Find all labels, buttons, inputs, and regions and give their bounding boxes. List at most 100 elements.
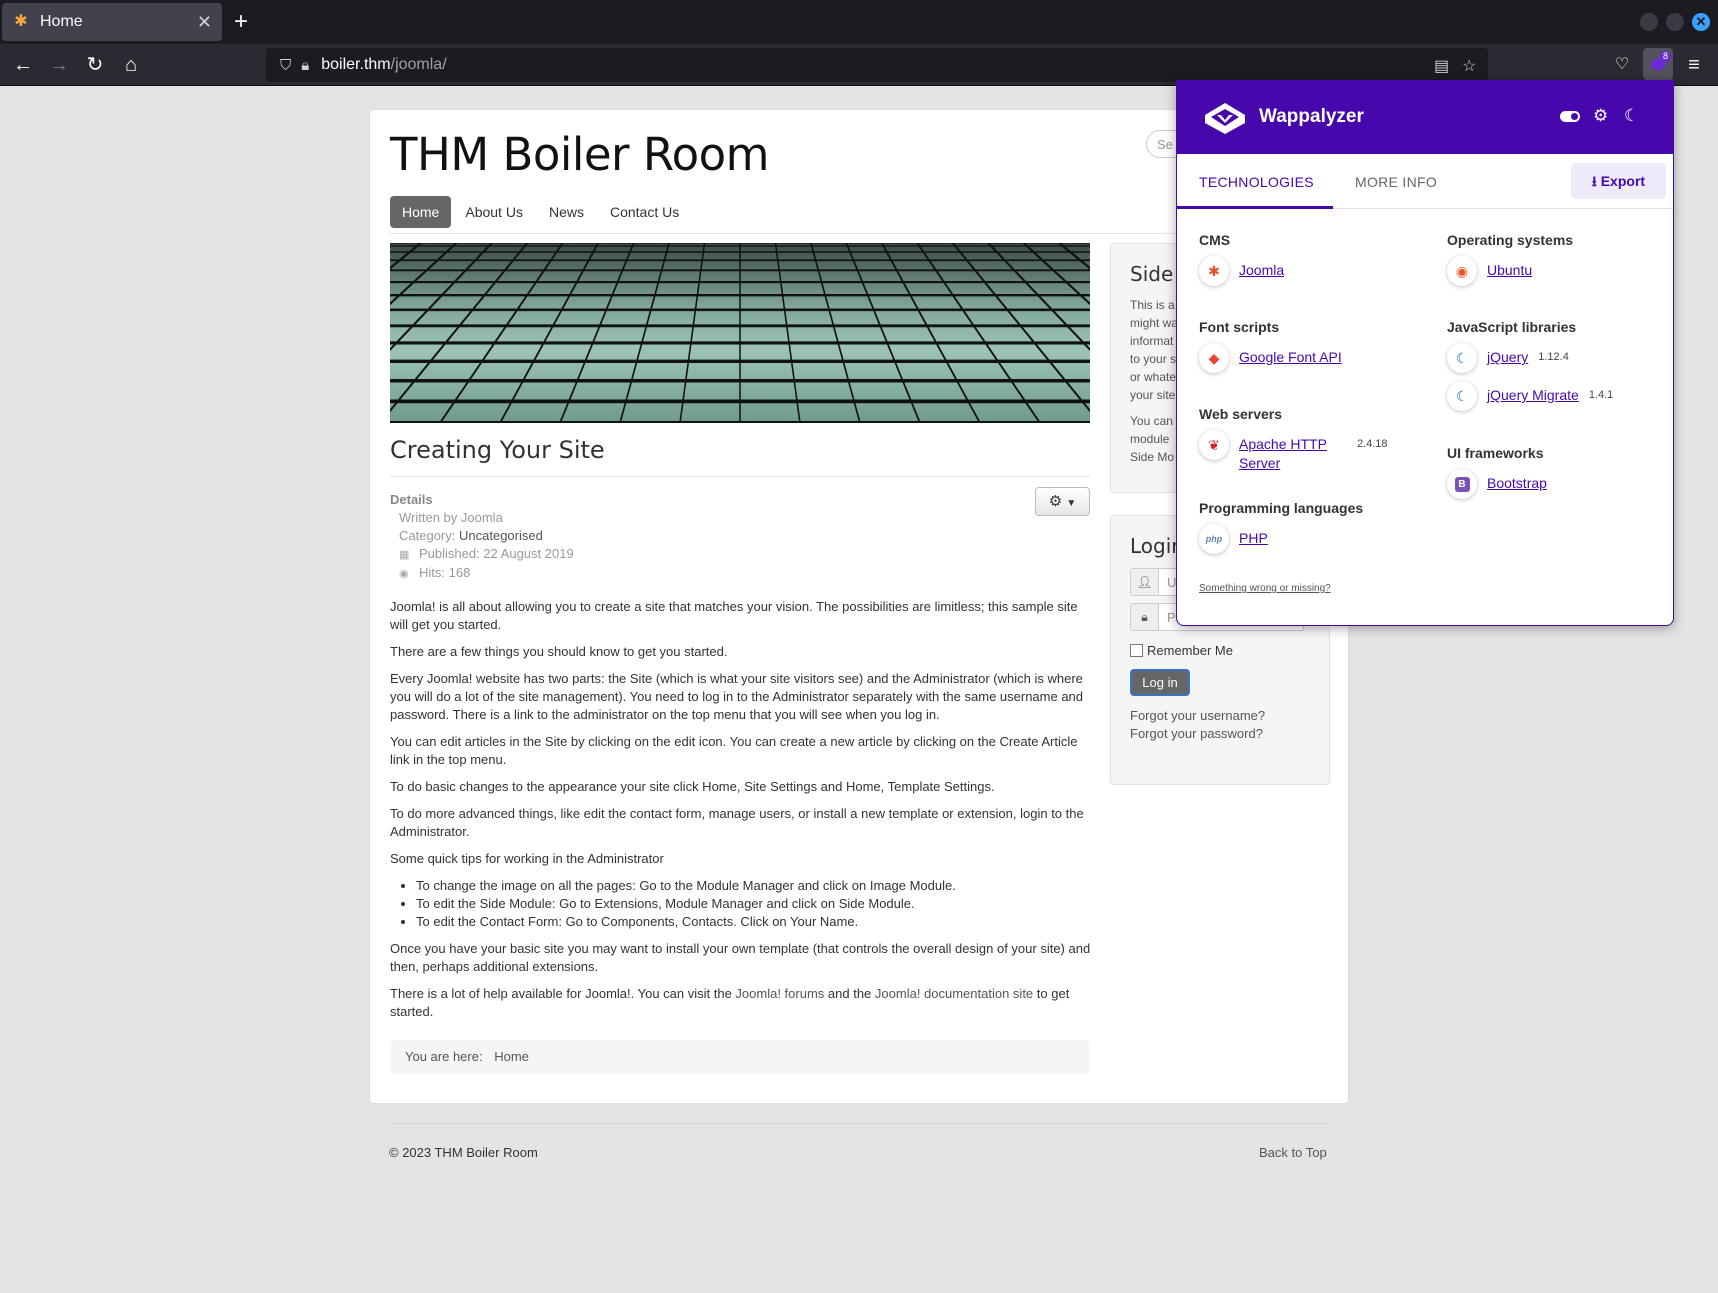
menu-item-news[interactable]: News bbox=[537, 196, 596, 228]
tech-google-font-api[interactable]: ◆ Google Font API bbox=[1199, 343, 1342, 373]
lock-icon: 🔒︎ bbox=[1131, 604, 1159, 630]
forward-arrow-icon[interactable]: → bbox=[46, 52, 72, 78]
paragraph: Some quick tips for working in the Admin… bbox=[390, 851, 664, 866]
lock-icon[interactable]: 🔒︎ bbox=[301, 57, 309, 74]
wappalyzer-extension-button[interactable]: 8 bbox=[1643, 48, 1673, 80]
user-icon: 👤︎ bbox=[1131, 569, 1159, 595]
tab-more-info[interactable]: MORE INFO bbox=[1355, 174, 1437, 190]
something-wrong-link[interactable]: Something wrong or missing? bbox=[1199, 583, 1331, 594]
tech-php[interactable]: php PHP bbox=[1199, 524, 1268, 554]
tech-ubuntu[interactable]: ◉ Ubuntu bbox=[1447, 256, 1532, 286]
eye-icon: ◉ bbox=[399, 568, 409, 580]
hamburger-menu-icon[interactable]: ≡ bbox=[1681, 52, 1707, 78]
password-placeholder: P bbox=[1167, 610, 1176, 625]
tech-bootstrap[interactable]: B Bootstrap bbox=[1447, 469, 1547, 499]
main-menu: Home About Us News Contact Us bbox=[390, 196, 693, 228]
paragraph: There are a few things you should know t… bbox=[390, 644, 728, 659]
download-icon: ⭳ bbox=[1591, 173, 1597, 189]
tech-name[interactable]: jQuery bbox=[1487, 348, 1528, 367]
browser-tab[interactable]: ✱ Home ✕ bbox=[2, 3, 222, 41]
minimize-window-button[interactable] bbox=[1640, 13, 1658, 31]
article-title: Creating Your Site bbox=[390, 436, 605, 464]
reader-view-icon[interactable]: ▤ bbox=[1434, 56, 1449, 76]
tech-name[interactable]: Joomla bbox=[1239, 261, 1284, 280]
category-label: Category: bbox=[399, 528, 456, 543]
caret-down-icon: ▼ bbox=[1066, 498, 1077, 509]
browser-tab-bar: ✱ Home ✕ + ✕ bbox=[0, 0, 1718, 44]
wappalyzer-logo-icon bbox=[1205, 103, 1245, 134]
breadcrumb-current: Home bbox=[494, 1049, 529, 1064]
article-details: Details Written by Joomla Category: Unca… bbox=[390, 491, 574, 583]
url-host: boiler.thm bbox=[321, 56, 391, 73]
category-cms: CMS bbox=[1199, 232, 1231, 248]
paragraph: You can edit articles in the Site by cli… bbox=[390, 734, 1078, 767]
joomla-docs-link[interactable]: Joomla! documentation site bbox=[875, 986, 1033, 1001]
tech-apache[interactable]: ❦ Apache HTTP Server 2.4.18 bbox=[1199, 430, 1388, 473]
paragraph: Joomla! is all about allowing you to cre… bbox=[390, 599, 1078, 632]
site-title[interactable]: THM Boiler Room bbox=[390, 128, 770, 181]
bootstrap-icon: B bbox=[1447, 469, 1477, 499]
tech-name[interactable]: Apache HTTP Server bbox=[1239, 435, 1327, 473]
back-to-top-link[interactable]: Back to Top bbox=[1259, 1145, 1327, 1160]
list-item: To edit the Side Module: Go to Extension… bbox=[416, 895, 1095, 913]
joomla-favicon-icon: ✱ bbox=[14, 13, 28, 30]
tech-name[interactable]: Google Font API bbox=[1239, 348, 1342, 367]
toggle-switch-icon[interactable] bbox=[1560, 111, 1580, 122]
close-window-button[interactable]: ✕ bbox=[1692, 13, 1710, 31]
pocket-icon[interactable]: ♡ bbox=[1609, 52, 1635, 78]
php-icon: php bbox=[1199, 524, 1229, 554]
active-tab-indicator bbox=[1177, 206, 1333, 209]
bookmark-star-icon[interactable]: ☆ bbox=[1462, 56, 1476, 76]
article-tools-button[interactable]: ⚙ ▼ bbox=[1035, 487, 1090, 516]
paragraph: Every Joomla! website has two parts: the… bbox=[390, 671, 1084, 722]
hits-text: Hits: 168 bbox=[419, 565, 471, 580]
tech-version: 1.12.4 bbox=[1538, 351, 1569, 363]
tech-name[interactable]: PHP bbox=[1239, 529, 1268, 548]
menu-item-home[interactable]: Home bbox=[390, 196, 452, 228]
list-item: To edit the Contact Form: Go to Componen… bbox=[416, 913, 1095, 931]
tech-name[interactable]: Ubuntu bbox=[1487, 261, 1532, 280]
settings-gear-icon[interactable]: ⚙ bbox=[1593, 106, 1608, 126]
export-button[interactable]: ⭳ Export bbox=[1571, 163, 1666, 199]
maximize-window-button[interactable] bbox=[1666, 13, 1684, 31]
written-by: Written by Joomla bbox=[399, 510, 503, 525]
category-value[interactable]: Uncategorised bbox=[459, 528, 543, 543]
home-icon[interactable]: ⌂ bbox=[118, 52, 144, 78]
back-arrow-icon[interactable]: ← bbox=[10, 52, 36, 78]
apache-feather-icon: ❦ bbox=[1199, 430, 1229, 460]
category: Category: Uncategorised bbox=[390, 527, 574, 545]
category-operating-systems: Operating systems bbox=[1447, 232, 1574, 248]
tech-name[interactable]: Bootstrap bbox=[1487, 474, 1547, 493]
new-tab-icon[interactable]: + bbox=[234, 8, 248, 36]
details-label: Details bbox=[390, 492, 433, 507]
joomla-forums-link[interactable]: Joomla! forums bbox=[735, 986, 824, 1001]
tech-name-line1: Apache HTTP bbox=[1239, 436, 1327, 452]
close-tab-icon[interactable]: ✕ bbox=[197, 12, 212, 33]
url-bar[interactable]: ⛉ 🔒︎ boiler.thm/joomla/ ▤ ☆ bbox=[266, 48, 1488, 82]
menu-item-contact-us[interactable]: Contact Us bbox=[598, 196, 691, 228]
remember-me-checkbox[interactable] bbox=[1130, 644, 1143, 657]
tech-jquery[interactable]: ☾ jQuery 1.12.4 bbox=[1447, 343, 1569, 373]
extension-badge: 8 bbox=[1660, 51, 1672, 62]
help-paragraph: There is a lot of help available for Joo… bbox=[390, 985, 1095, 1021]
tab-technologies[interactable]: TECHNOLOGIES bbox=[1199, 174, 1314, 190]
shield-icon[interactable]: ⛉ bbox=[280, 57, 291, 74]
forgot-username-link[interactable]: Forgot your username? bbox=[1130, 708, 1265, 723]
tech-jquery-migrate[interactable]: ☾ jQuery Migrate 1.4.1 bbox=[1447, 381, 1613, 411]
jquery-icon: ☾ bbox=[1447, 343, 1477, 373]
tech-joomla[interactable]: ✱ Joomla bbox=[1199, 256, 1284, 286]
dark-mode-moon-icon[interactable]: ☾ bbox=[1624, 106, 1639, 126]
remember-me[interactable]: Remember Me bbox=[1130, 643, 1233, 658]
tech-name[interactable]: jQuery Migrate bbox=[1487, 386, 1579, 405]
login-button[interactable]: Log in bbox=[1130, 669, 1190, 696]
remember-me-label: Remember Me bbox=[1147, 643, 1233, 658]
menu-item-about-us[interactable]: About Us bbox=[453, 196, 535, 228]
export-label: Export bbox=[1600, 173, 1646, 189]
url-path: /joomla/ bbox=[390, 56, 447, 73]
published-date: ▦ Published: 22 August 2019 bbox=[390, 545, 574, 564]
paragraph: Once you have your basic site you may wa… bbox=[390, 941, 1091, 974]
reload-icon[interactable]: ↻ bbox=[82, 52, 108, 78]
help-text-mid: and the bbox=[824, 986, 875, 1001]
help-text-pre: There is a lot of help available for Joo… bbox=[390, 986, 736, 1001]
forgot-password-link[interactable]: Forgot your password? bbox=[1130, 726, 1263, 741]
